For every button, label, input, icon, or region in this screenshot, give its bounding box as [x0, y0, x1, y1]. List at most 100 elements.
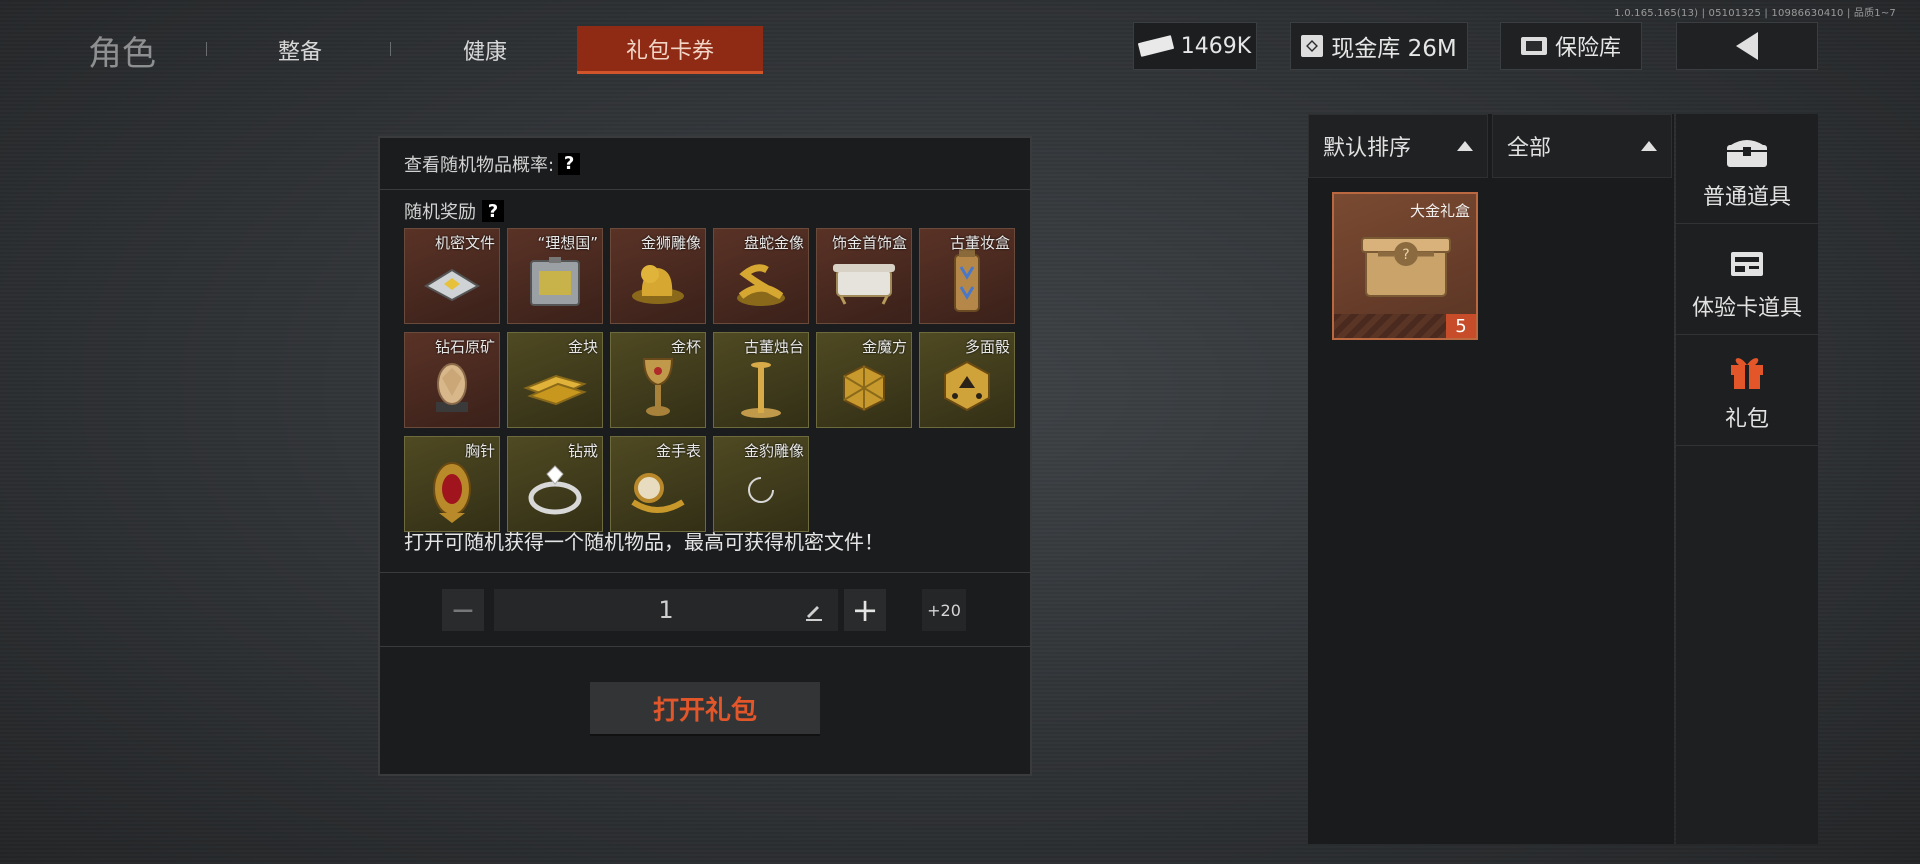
reward-item[interactable]: 金杯	[610, 332, 706, 428]
add-20-button[interactable]: +20	[922, 589, 966, 631]
safe-button[interactable]: 保险库	[1500, 22, 1642, 70]
category-trial-card-items[interactable]: 体验卡道具	[1676, 225, 1818, 335]
money-value: 1469K	[1180, 33, 1252, 59]
reward-item[interactable]: 金狮雕像	[610, 228, 706, 324]
reward-item-icon	[638, 351, 678, 425]
reward-item-label: 金狮雕像	[640, 234, 701, 252]
decrease-button[interactable]: −	[442, 589, 484, 631]
reward-item-label: 饰金首饰盒	[831, 234, 907, 252]
reward-item[interactable]: 金手表	[610, 436, 706, 532]
gift-detail-panel: 查看随机物品概率: ? 随机奖励 ? 机密文件 “理想国” 金狮雕像 盘蛇金像 饰金首饰…	[378, 136, 1032, 776]
help-icon[interactable]: ?	[558, 152, 581, 175]
caret-up-icon	[1457, 141, 1473, 151]
gift-description: 打开可随机获得一个随机物品，最高可获得机密文件！	[404, 530, 884, 554]
item-stripe	[1334, 314, 1450, 338]
reward-title-label: 随机奖励	[404, 202, 476, 223]
pencil-icon[interactable]	[804, 601, 824, 621]
safe-icon	[1520, 37, 1547, 55]
cash-icon	[1137, 35, 1174, 57]
reward-item-icon	[741, 470, 781, 514]
back-arrow-icon	[1736, 32, 1758, 60]
reward-item[interactable]: 钻戒	[507, 436, 603, 532]
item-count-badge: 5	[1446, 314, 1476, 338]
money-display: 1469K	[1133, 22, 1257, 70]
reward-item-icon	[836, 358, 892, 418]
tab-divider	[206, 42, 207, 56]
increase-button[interactable]: +	[844, 589, 886, 631]
reward-item[interactable]: 古董妆盒	[919, 228, 1015, 324]
reward-item-label: 金豹雕像	[743, 442, 804, 460]
reward-item-label: “理想国”	[537, 234, 598, 252]
reward-item-icon	[939, 358, 995, 418]
sort-label: 默认排序	[1323, 136, 1412, 161]
tab-role[interactable]: 角色	[88, 26, 188, 74]
gold-box-icon: ?	[1361, 237, 1451, 297]
version-text: 1.0.165.165(13) | 05101325 | 10986630410…	[1614, 8, 1896, 19]
reward-item-icon	[627, 462, 689, 522]
reward-item-label: 金块	[567, 338, 598, 356]
reward-item[interactable]: 盘蛇金像	[713, 228, 809, 324]
tab-gift-coupons[interactable]: 礼包卡券	[577, 26, 763, 74]
filter-label: 全部	[1507, 136, 1552, 161]
reward-item-label: 多面骰	[964, 338, 1010, 356]
svg-text:?: ?	[1402, 247, 1409, 263]
reward-item-icon	[523, 462, 587, 522]
reward-item-label: 古董妆盒	[949, 234, 1010, 252]
safe-label: 保险库	[1554, 36, 1621, 61]
reward-item[interactable]: 金豹雕像	[713, 436, 809, 532]
reward-item-label: 钻戒	[567, 442, 598, 460]
reward-item[interactable]: 机密文件	[404, 228, 500, 324]
reward-item-icon	[831, 258, 897, 310]
reward-item-label: 机密文件	[434, 234, 495, 252]
reward-item-label: 钻石原矿	[434, 338, 495, 356]
filter-dropdown[interactable]: 全部	[1492, 114, 1672, 178]
reward-item-icon	[527, 255, 583, 313]
reward-item[interactable]: “理想国”	[507, 228, 603, 324]
tab-gear[interactable]: 整备	[250, 26, 350, 74]
tab-divider	[390, 42, 391, 56]
card-icon	[1731, 252, 1763, 276]
category-label: 普通道具	[1702, 185, 1791, 210]
divider	[380, 646, 1030, 647]
reward-item-icon	[522, 366, 588, 410]
help-icon[interactable]: ?	[482, 200, 504, 222]
sort-dropdown[interactable]: 默认排序	[1308, 114, 1488, 178]
probability-row[interactable]: 查看随机物品概率: ?	[380, 138, 1030, 190]
cash-vault-button[interactable]: 现金库 26M	[1290, 22, 1468, 70]
chest-icon	[1727, 140, 1767, 167]
reward-item[interactable]: 古董烛台	[713, 332, 809, 428]
category-sidebar: 普通道具 体验卡道具 礼包	[1676, 114, 1818, 844]
category-normal-items[interactable]: 普通道具	[1676, 114, 1818, 224]
reward-item-label: 金魔方	[861, 338, 907, 356]
caret-up-icon	[1641, 141, 1657, 151]
reward-item-label: 胸针	[464, 442, 495, 460]
reward-item[interactable]: 金块	[507, 332, 603, 428]
back-button[interactable]	[1676, 22, 1818, 70]
reward-item[interactable]: 金魔方	[816, 332, 912, 428]
vault-icon	[1301, 35, 1324, 57]
reward-item[interactable]: 饰金首饰盒	[816, 228, 912, 324]
reward-item[interactable]: 多面骰	[919, 332, 1015, 428]
quantity-input[interactable]: 1	[494, 589, 838, 631]
reward-item[interactable]: 胸针	[404, 436, 500, 532]
category-gift-packs[interactable]: 礼包	[1676, 336, 1818, 446]
reward-item-icon	[429, 455, 475, 529]
reward-item-label: 古董烛台	[743, 338, 804, 356]
reward-item-label: 盘蛇金像	[743, 234, 804, 252]
reward-item-icon	[628, 256, 688, 312]
inventory-panel: 默认排序 全部 大金礼盒 ? 5	[1308, 114, 1674, 844]
reward-item-label: 金手表	[655, 442, 701, 460]
open-gift-button[interactable]: 打开礼包	[590, 682, 820, 736]
reward-title: 随机奖励 ?	[404, 198, 504, 224]
reward-item-icon	[430, 356, 474, 420]
category-label: 体验卡道具	[1691, 296, 1802, 321]
divider	[380, 572, 1030, 573]
reward-item-icon	[731, 256, 791, 312]
tab-health[interactable]: 健康	[435, 26, 535, 74]
inventory-item-big-gold-box[interactable]: 大金礼盒 ? 5	[1332, 192, 1478, 340]
inventory-item-label: 大金礼盒	[1409, 202, 1470, 220]
probability-label: 查看随机物品概率:	[404, 154, 555, 176]
reward-item-icon	[736, 351, 786, 425]
reward-item[interactable]: 钻石原矿	[404, 332, 500, 428]
category-label: 礼包	[1724, 407, 1769, 432]
